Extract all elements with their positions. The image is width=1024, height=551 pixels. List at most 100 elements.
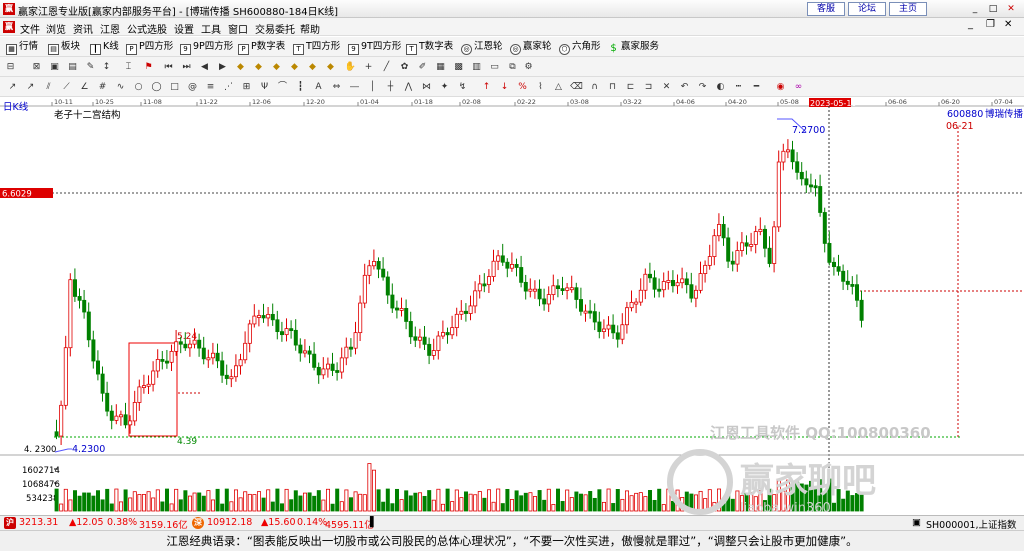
ellipse-tool-icon[interactable]: ◯ bbox=[150, 81, 163, 93]
forum-link[interactable]: 论坛 bbox=[848, 2, 886, 16]
menu-browse[interactable]: 浏览 bbox=[46, 21, 66, 35]
angle-tool-icon[interactable]: ∠ bbox=[78, 81, 91, 93]
table-icon[interactable]: ▩ bbox=[452, 61, 465, 73]
maximize-icon[interactable]: □ bbox=[986, 3, 1000, 15]
rect-tool-icon[interactable]: □ bbox=[168, 81, 181, 93]
next-bar-icon[interactable]: ⏭ bbox=[180, 61, 193, 73]
toolbar-9t-square-button[interactable]: 9 9T四方形 bbox=[348, 40, 401, 55]
sz-index-value[interactable]: 10912.18 bbox=[207, 517, 252, 528]
minimize-icon[interactable]: _ bbox=[968, 3, 982, 15]
cross-line-icon[interactable]: ┼ bbox=[384, 81, 397, 93]
channel-tool-icon[interactable]: ⫽ bbox=[42, 81, 55, 93]
eraser-icon[interactable]: ⌫ bbox=[570, 81, 583, 93]
gift-icon[interactable]: ✿ bbox=[398, 61, 411, 73]
status-scroll-icon[interactable]: ▌ bbox=[370, 517, 377, 528]
star-icon[interactable]: ✦ bbox=[438, 81, 451, 93]
homepage-link[interactable]: 主页 bbox=[889, 2, 927, 16]
sh-index-value[interactable]: 3213.31 bbox=[19, 517, 58, 528]
gann-fan-icon[interactable]: ⋰ bbox=[222, 81, 235, 93]
first-bar-icon[interactable]: ⏮ bbox=[162, 61, 175, 73]
gann-box-icon[interactable]: ⊞ bbox=[240, 81, 253, 93]
menu-gann[interactable]: 江恩 bbox=[100, 21, 120, 35]
menu-help[interactable]: 帮助 bbox=[300, 21, 320, 35]
brush-icon[interactable]: ✐ bbox=[416, 61, 429, 73]
calculator-icon[interactable]: ▦ bbox=[434, 61, 447, 73]
toolbar-tn-table-button[interactable]: T T数字表 bbox=[406, 40, 453, 55]
chart-type-icon[interactable]: ⊟ bbox=[4, 61, 17, 73]
pen-tool-icon[interactable]: ✎ bbox=[84, 61, 97, 73]
redo-icon[interactable]: ↷ bbox=[696, 81, 709, 93]
measure-tool-icon[interactable]: ⇔ bbox=[330, 81, 343, 93]
diamond-tool-6-icon[interactable]: ◆ bbox=[324, 61, 337, 73]
tools-icon[interactable]: ⚙ bbox=[522, 61, 535, 73]
menu-file[interactable]: 文件 bbox=[20, 21, 40, 35]
app-menu-logo-icon[interactable]: 赢 bbox=[3, 21, 15, 33]
toolbar-gann-wheel-button[interactable]: ◎ 江恩轮 bbox=[461, 40, 503, 55]
arrow-tool-icon[interactable]: ↗ bbox=[6, 81, 19, 93]
triangle-icon[interactable]: △ bbox=[552, 81, 565, 93]
pitchfork-icon[interactable]: Ψ bbox=[258, 81, 271, 93]
magnet-icon[interactable]: ∩ bbox=[588, 81, 601, 93]
mirror-tool-icon[interactable]: ⊏ bbox=[624, 81, 637, 93]
vline-tool-icon[interactable]: │ bbox=[366, 81, 379, 93]
diamond-tool-2-icon[interactable]: ◆ bbox=[252, 61, 265, 73]
diamond-tool-1-icon[interactable]: ◆ bbox=[234, 61, 247, 73]
diamond-tool-4-icon[interactable]: ◆ bbox=[288, 61, 301, 73]
grid-tool-icon[interactable]: # bbox=[96, 81, 109, 93]
copy-tool-icon[interactable]: ⊐ bbox=[642, 81, 655, 93]
menu-settings[interactable]: 设置 bbox=[174, 21, 194, 35]
toolbar-winner-wheel-button[interactable]: ◎ 赢家轮 bbox=[510, 40, 552, 55]
close-icon[interactable]: ✕ bbox=[1004, 3, 1018, 15]
infinity-icon[interactable]: ∞ bbox=[792, 81, 805, 93]
bar-tool-icon[interactable]: ⌶ bbox=[122, 61, 135, 73]
color-picker-icon[interactable]: ◐ bbox=[714, 81, 727, 93]
zigzag-icon[interactable]: ⌇ bbox=[534, 81, 547, 93]
crosshair-icon[interactable]: + bbox=[362, 61, 375, 73]
line-tool-icon[interactable]: ▤ bbox=[66, 61, 79, 73]
menu-tools[interactable]: 工具 bbox=[201, 21, 221, 35]
text-tool-icon[interactable]: A bbox=[312, 81, 325, 93]
line-style-icon[interactable]: ┅ bbox=[732, 81, 745, 93]
down-arrow-icon[interactable]: ↓ bbox=[498, 81, 511, 93]
polyline-icon[interactable]: ⋀ bbox=[402, 81, 415, 93]
grid-icon[interactable]: ▣ bbox=[48, 61, 61, 73]
menu-trade[interactable]: 交易委托 bbox=[255, 21, 295, 35]
prev-bar-icon[interactable]: ◀ bbox=[198, 61, 211, 73]
diamond-tool-3-icon[interactable]: ◆ bbox=[270, 61, 283, 73]
toolbar-hexagon-button[interactable]: ⬡ 六角形 bbox=[559, 40, 601, 55]
kline-chart[interactable]: 10-11 10-25 11-08 11-22 12-06 12-20 01-04 01-18… bbox=[0, 97, 1024, 516]
toolbar-service-button[interactable]: $ 赢家服务 bbox=[608, 40, 659, 54]
spiral-tool-icon[interactable]: @ bbox=[186, 81, 199, 93]
record-icon[interactable]: ◉ bbox=[774, 81, 787, 93]
menu-window[interactable]: 窗口 bbox=[228, 21, 248, 35]
layout-icon[interactable]: ▥ bbox=[470, 61, 483, 73]
up-arrow-icon[interactable]: ↑ bbox=[480, 81, 493, 93]
toolbar-sector-button[interactable]: ▤ 板块 bbox=[48, 40, 80, 55]
line-width-icon[interactable]: ━ bbox=[750, 81, 763, 93]
menu-news[interactable]: 资讯 bbox=[73, 21, 93, 35]
mdi-minimize-icon[interactable]: _ bbox=[968, 19, 973, 30]
current-index[interactable]: SH000001,上证指数 bbox=[926, 517, 1016, 530]
toolbar-kline-button[interactable]: ┃ K线 bbox=[90, 40, 119, 55]
time-zone-icon[interactable]: ┇ bbox=[294, 81, 307, 93]
mdi-close-icon[interactable]: ✕ bbox=[1004, 19, 1012, 30]
menu-formula[interactable]: 公式选股 bbox=[127, 21, 167, 35]
cycle-tool-icon[interactable]: ⌒ bbox=[276, 81, 289, 93]
diamond-tool-5-icon[interactable]: ◆ bbox=[306, 61, 319, 73]
toolbar-9p-square-button[interactable]: 9 9P四方形 bbox=[180, 40, 233, 55]
toolbar-market-button[interactable]: ▦ 行情 bbox=[6, 40, 38, 55]
undo-icon[interactable]: ↶ bbox=[678, 81, 691, 93]
wave-tool-icon[interactable]: ∿ bbox=[114, 81, 127, 93]
flag-icon[interactable]: ⚑ bbox=[142, 61, 155, 73]
fib-tool-icon[interactable]: ≡ bbox=[204, 81, 217, 93]
ray-tool-icon[interactable]: ↗ bbox=[24, 81, 37, 93]
toolbar-p-square-button[interactable]: P P四方形 bbox=[126, 40, 173, 55]
customer-service-link[interactable]: 客服 bbox=[807, 2, 845, 16]
hline-tool-icon[interactable]: ― bbox=[348, 81, 361, 93]
graph-icon[interactable]: ⧉ bbox=[506, 61, 519, 73]
circle-tool-icon[interactable]: ○ bbox=[132, 81, 145, 93]
toolbar-t-square-button[interactable]: T T四方形 bbox=[293, 40, 340, 55]
fan-tool-icon[interactable]: ⟋ bbox=[60, 81, 73, 93]
trendline-icon[interactable]: ╱ bbox=[380, 61, 393, 73]
cursor-tool-icon[interactable]: ↕ bbox=[100, 61, 113, 73]
